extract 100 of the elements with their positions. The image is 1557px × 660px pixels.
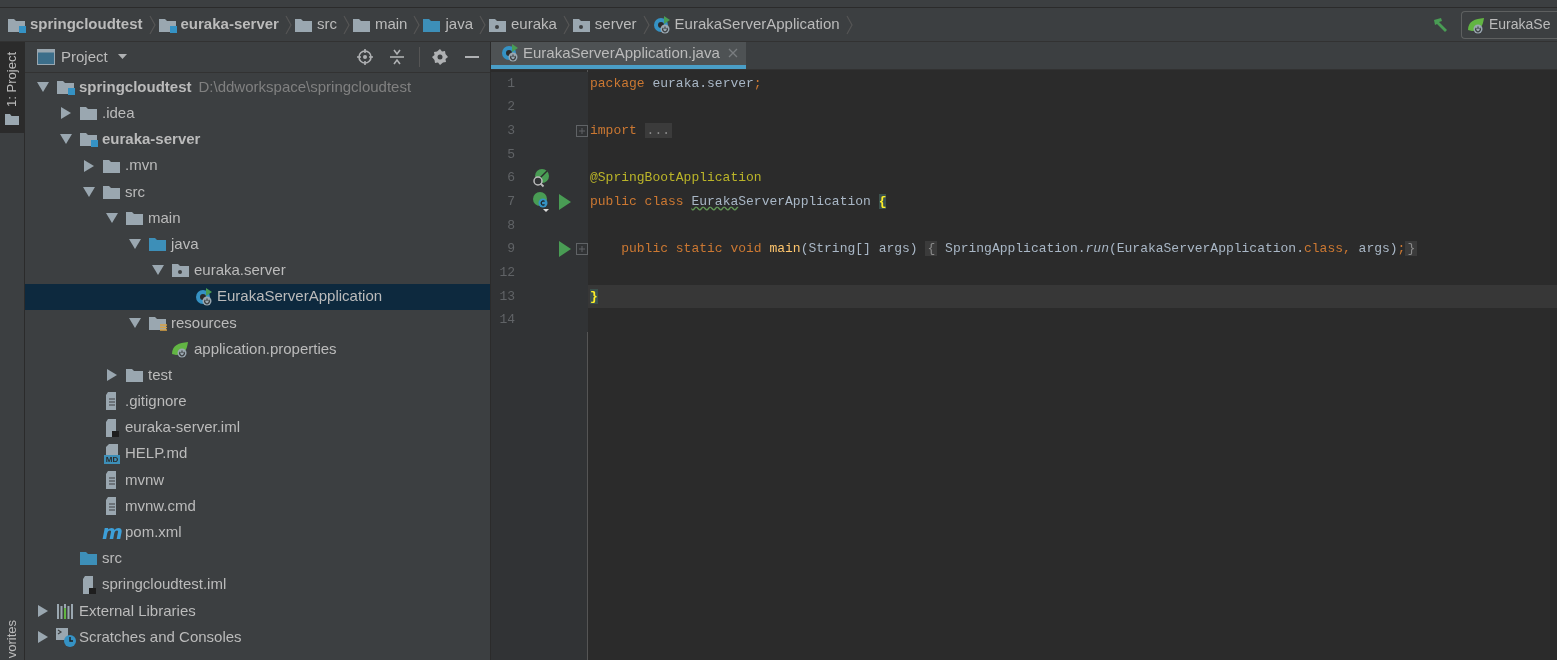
folder-icon (126, 210, 144, 227)
package-icon (172, 262, 190, 279)
expanded-arrow-icon[interactable] (152, 265, 164, 276)
chevron-separator-icon (342, 14, 350, 35)
code-line: import ... (590, 120, 672, 141)
tree-item[interactable]: test (25, 362, 490, 389)
tree-item[interactable]: MD HELP.md (25, 440, 490, 467)
folder-icon (423, 16, 442, 33)
file-icon (105, 470, 119, 489)
breadcrumb-item[interactable]: src (316, 13, 337, 36)
tree-item[interactable]: .mvn (25, 152, 490, 179)
libraries-icon (57, 602, 75, 619)
collapsed-arrow-icon[interactable] (38, 631, 48, 644)
tree-item[interactable]: application.properties (25, 335, 490, 363)
breadcrumb-item[interactable]: springcloudtest (30, 13, 143, 36)
favorites-tool-tab[interactable]: vorites (0, 619, 24, 660)
spring-class-icon[interactable] (531, 190, 551, 213)
folder-icon (80, 105, 98, 122)
chevron-separator-icon (642, 14, 650, 35)
code-line: @SpringBootApplication (590, 169, 762, 188)
expanded-arrow-icon[interactable] (106, 213, 118, 224)
scratches-icon (56, 627, 76, 648)
folder-icon (80, 550, 98, 567)
fold-marker-icon[interactable] (576, 124, 588, 137)
module-folder-icon (158, 16, 177, 33)
tree-item[interactable]: Scratches and Consoles (25, 623, 490, 651)
module-folder-icon (57, 79, 75, 96)
module-folder-icon (80, 131, 98, 148)
breadcrumb-item[interactable]: euraka (511, 13, 557, 36)
class-icon (501, 44, 519, 63)
tree-item[interactable]: .gitignore (25, 388, 490, 415)
class-icon (652, 15, 671, 34)
breadcrumb-item[interactable]: EurakaServerApplication (674, 13, 840, 36)
bean-search-icon[interactable] (531, 168, 551, 189)
breadcrumb-item[interactable]: java (445, 13, 473, 36)
run-icon[interactable] (559, 241, 571, 258)
breadcrumb-item[interactable]: euraka-server (180, 13, 279, 36)
expanded-arrow-icon[interactable] (37, 82, 49, 93)
tree-item[interactable]: src (25, 545, 490, 572)
fold-marker-icon[interactable] (576, 243, 588, 256)
tree-item[interactable]: mvnw (25, 466, 490, 493)
tree-item[interactable]: euraka.server (25, 257, 490, 284)
chevron-separator-icon (479, 14, 486, 35)
project-tool-tab[interactable]: 1: Project (0, 42, 24, 133)
module-folder-icon (8, 16, 26, 33)
tree-item[interactable]: java (25, 231, 490, 258)
folder-icon (149, 236, 167, 253)
tree-item[interactable]: main (25, 204, 490, 232)
chevron-separator-icon (562, 14, 570, 35)
expanded-arrow-icon[interactable] (83, 186, 95, 197)
folder-icon (103, 157, 121, 174)
chevron-separator-icon (845, 14, 853, 35)
breadcrumb-item[interactable]: main (374, 13, 408, 36)
code-line: public class EurakaServerApplication { (590, 193, 887, 212)
breadcrumb-item[interactable]: server (594, 13, 637, 36)
file-icon (105, 418, 119, 437)
tree-item[interactable]: EurakaServerApplication (25, 283, 490, 310)
tree-item[interactable]: External Libraries (25, 597, 490, 624)
chevron-separator-icon (413, 14, 421, 35)
chevron-separator-icon (284, 14, 292, 35)
code-line: package euraka.server; (590, 74, 762, 93)
collapsed-arrow-icon[interactable] (107, 369, 117, 382)
run-configuration-dropdown[interactable]: EurakaSe (1461, 10, 1557, 39)
path-label: D:\ddworkspace\springcloudtest (198, 76, 412, 97)
maven-icon: m (102, 523, 122, 542)
file-icon (105, 392, 119, 411)
folder-icon (352, 16, 371, 33)
folder-icon (103, 183, 121, 200)
class-icon (195, 287, 213, 306)
tree-item[interactable]: springcloudtest D:\ddworkspace\springcloudtest (25, 74, 490, 101)
tree-item[interactable]: euraka-server.iml (25, 414, 490, 441)
leaf-icon (1467, 15, 1487, 34)
package-icon (489, 16, 507, 33)
tree-item[interactable]: src (25, 178, 490, 205)
collapsed-arrow-icon[interactable] (61, 107, 71, 120)
settings-icon[interactable] (432, 49, 448, 65)
tree-item[interactable]: resources (25, 309, 490, 336)
code-line: public static void main(String[] args) { SpringApplication.run(EurakaServerApplication.class, args);} (620, 240, 1418, 259)
folder-icon (126, 367, 144, 384)
editor-tab[interactable]: EurakaServerApplication.java (491, 42, 746, 69)
tree-item[interactable]: euraka-server (25, 126, 490, 153)
collapse-all-icon[interactable] (389, 49, 405, 65)
tree-item[interactable]: springcloudtest.iml (25, 571, 490, 598)
panel-title[interactable]: Project (61, 45, 108, 69)
file-icon (105, 497, 119, 516)
folder-icon (5, 112, 19, 125)
leaf-icon (171, 339, 191, 358)
collapsed-arrow-icon[interactable] (38, 604, 48, 617)
locate-icon[interactable] (357, 49, 373, 65)
expanded-arrow-icon[interactable] (129, 239, 141, 250)
collapsed-arrow-icon[interactable] (84, 159, 94, 172)
tree-item[interactable]: .idea (25, 100, 490, 127)
run-icon[interactable] (559, 193, 571, 210)
dropdown-caret-icon[interactable] (117, 54, 127, 60)
panel-icon (37, 49, 55, 65)
expanded-arrow-icon[interactable] (60, 134, 72, 145)
resources-folder-icon (149, 314, 167, 331)
tree-item[interactable]: mvnw.cmd (25, 493, 490, 520)
expanded-arrow-icon[interactable] (129, 317, 141, 328)
chevron-separator-icon (148, 14, 156, 35)
